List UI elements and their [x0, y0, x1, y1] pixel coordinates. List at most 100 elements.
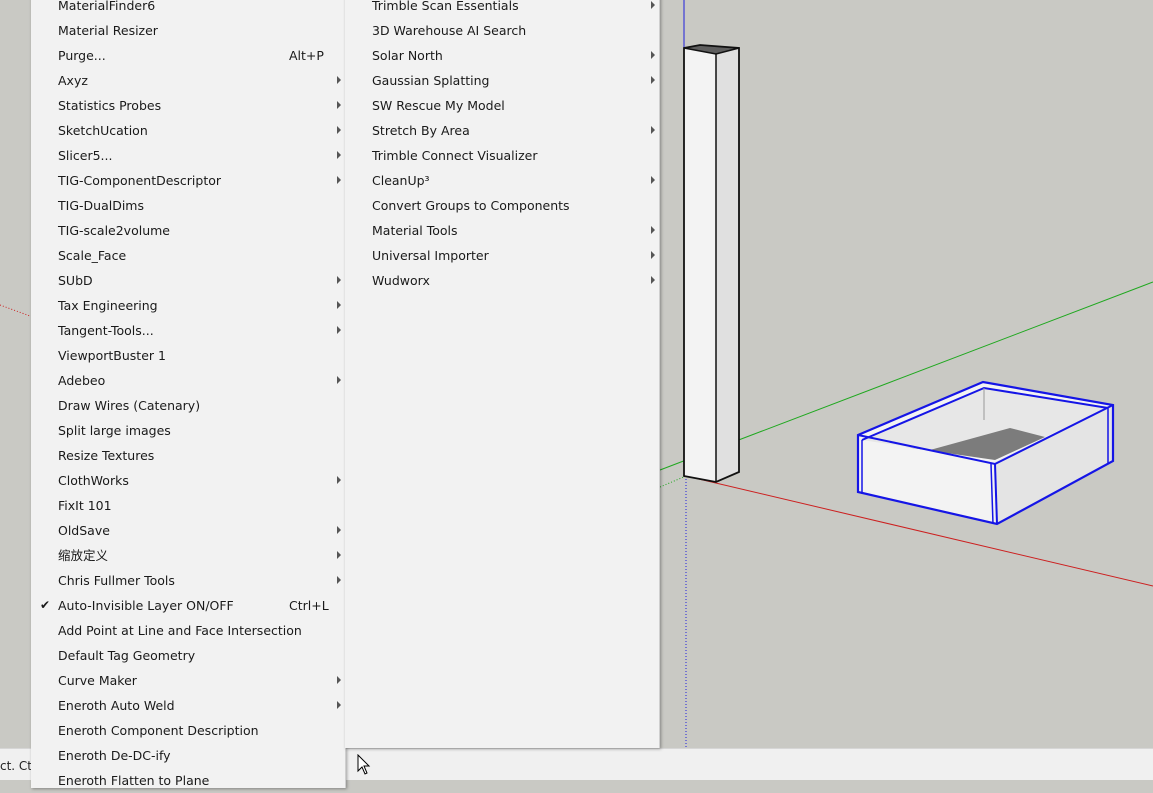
menu-item-convert-groups-to-components[interactable]: Convert Groups to Components — [345, 193, 659, 218]
menu-item-label: SketchUcation — [58, 123, 148, 138]
menu-item-statistics-probes[interactable]: Statistics Probes — [31, 93, 345, 118]
menu-item-label: Tax Engineering — [58, 298, 158, 313]
menu-item-label: ViewportBuster 1 — [58, 348, 166, 363]
menu-item-material-tools[interactable]: Material Tools — [345, 218, 659, 243]
green-axis-dotted — [659, 475, 687, 488]
status-bar-text: ct. Ct — [0, 759, 33, 773]
submenu-arrow-icon — [651, 176, 655, 184]
submenu-arrow-icon — [337, 176, 341, 184]
menu-item-3d-warehouse-ai-search[interactable]: 3D Warehouse AI Search — [345, 18, 659, 43]
menu-item-label: Material Resizer — [58, 23, 158, 38]
menu-item-label: Purge... — [58, 48, 106, 63]
menu-item-shortcut: Alt+P — [289, 48, 324, 63]
menu-item-tig-scale2volume[interactable]: TIG-scale2volume — [31, 218, 345, 243]
menu-item-draw-wires-catenary[interactable]: Draw Wires (Catenary) — [31, 393, 345, 418]
menu-item-label: Eneroth Auto Weld — [58, 698, 175, 713]
checkmark-icon: ✔ — [40, 598, 51, 612]
menu-item-tangent-tools[interactable]: Tangent-Tools... — [31, 318, 345, 343]
menu-item-shortcut: Ctrl+L — [289, 598, 329, 613]
menu-item-tax-engineering[interactable]: Tax Engineering — [31, 293, 345, 318]
menu-item-label: Solar North — [372, 48, 443, 63]
menu-item-material-resizer[interactable]: Material Resizer — [31, 18, 345, 43]
submenu-arrow-icon — [337, 326, 341, 334]
menu-item-label: FixIt 101 — [58, 498, 112, 513]
menu-item-label: Adebeo — [58, 373, 106, 388]
menu-item-tig-componentdescriptor[interactable]: TIG-ComponentDescriptor — [31, 168, 345, 193]
menu-item-wudworx[interactable]: Wudworx — [345, 268, 659, 293]
menu-item-oldsave[interactable]: OldSave — [31, 518, 345, 543]
menu-item-label: Eneroth De-DC-ify — [58, 748, 171, 763]
red-axis-dotted — [0, 304, 31, 317]
menu-item-trimble-connect-visualizer[interactable]: Trimble Connect Visualizer — [345, 143, 659, 168]
menu-item-sketchucation[interactable]: SketchUcation — [31, 118, 345, 143]
menu-item-clothworks[interactable]: ClothWorks — [31, 468, 345, 493]
menu-item-label: Chris Fullmer Tools — [58, 573, 175, 588]
submenu-arrow-icon — [337, 676, 341, 684]
submenu-arrow-icon — [651, 76, 655, 84]
menu-item-viewportbuster-1[interactable]: ViewportBuster 1 — [31, 343, 345, 368]
menu-item-label: Add Point at Line and Face Intersection — [58, 623, 302, 638]
menu-item-slicer5[interactable]: Slicer5... — [31, 143, 345, 168]
menu-item-curve-maker[interactable]: Curve Maker — [31, 668, 345, 693]
menu-item-chris-fullmer-tools[interactable]: Chris Fullmer Tools — [31, 568, 345, 593]
menu-item-cleanup[interactable]: CleanUp³ — [345, 168, 659, 193]
menu-item-scale-face[interactable]: Scale_Face — [31, 243, 345, 268]
submenu-arrow-icon — [651, 251, 655, 259]
menu-item-sw-rescue-my-model[interactable]: SW Rescue My Model — [345, 93, 659, 118]
menu-item-label: Convert Groups to Components — [372, 198, 570, 213]
menu-item-label: 缩放定义 — [58, 548, 109, 563]
menu-item-label: ClothWorks — [58, 473, 129, 488]
menu-item-label: TIG-ComponentDescriptor — [58, 173, 222, 188]
menu-item-stretch-by-area[interactable]: Stretch By Area — [345, 118, 659, 143]
menu-item-adebeo[interactable]: Adebeo — [31, 368, 345, 393]
submenu-arrow-icon — [337, 476, 341, 484]
menu-item-resize-textures[interactable]: Resize Textures — [31, 443, 345, 468]
menu-item-universal-importer[interactable]: Universal Importer — [345, 243, 659, 268]
menu-item-split-large-images[interactable]: Split large images — [31, 418, 345, 443]
menu-item-tig-dualdims[interactable]: TIG-DualDims — [31, 193, 345, 218]
menu-item-purge[interactable]: Purge... Alt+P — [31, 43, 345, 68]
menu-item-gaussian-splatting[interactable]: Gaussian Splatting — [345, 68, 659, 93]
menu-item-label: Resize Textures — [58, 448, 155, 463]
menu-item-label: Auto-Invisible Layer ON/OFF — [58, 598, 234, 613]
menu-item-label: Default Tag Geometry — [58, 648, 196, 663]
menu-item-label: Eneroth Flatten to Plane — [58, 773, 210, 788]
menu-item-subd[interactable]: SUbD — [31, 268, 345, 293]
submenu-arrow-icon — [337, 151, 341, 159]
column-object[interactable] — [683, 44, 740, 483]
menu-item-fixit-101[interactable]: FixIt 101 — [31, 493, 345, 518]
menu-item-eneroth-de-dc-ify[interactable]: Eneroth De-DC-ify — [31, 743, 345, 768]
menu-item-label: SUbD — [58, 273, 93, 288]
menu-item-materialfinder6[interactable]: MaterialFinder6 — [31, 0, 345, 18]
menu-item-label: MaterialFinder6 — [58, 0, 156, 13]
menu-item-label: Axyz — [58, 73, 88, 88]
menu-item-add-point-at-line-and-face-intersection[interactable]: Add Point at Line and Face Intersection — [31, 618, 345, 643]
menu-item-axyz[interactable]: Axyz — [31, 68, 345, 93]
submenu-arrow-icon — [337, 276, 341, 284]
menu-item-default-tag-geometry[interactable]: Default Tag Geometry — [31, 643, 345, 668]
mouse-cursor-icon — [357, 753, 371, 779]
menu-item-eneroth-auto-weld[interactable]: Eneroth Auto Weld — [31, 693, 345, 718]
menu-item-label: Split large images — [58, 423, 171, 438]
menu-item-eneroth-component-description[interactable]: Eneroth Component Description — [31, 718, 345, 743]
menu-item-label: TIG-DualDims — [58, 198, 144, 213]
menu-item-label: Scale_Face — [58, 248, 127, 263]
menu-item-item[interactable]: 缩放定义 — [31, 543, 345, 568]
submenu-arrow-icon — [337, 301, 341, 309]
selected-tray-object[interactable] — [856, 380, 1115, 526]
menu-item-label: Universal Importer — [372, 248, 489, 263]
menu-item-label: Wudworx — [372, 273, 430, 288]
menu-item-label: TIG-scale2volume — [58, 223, 170, 238]
menu-item-label: Trimble Connect Visualizer — [372, 148, 538, 163]
submenu-arrow-icon — [337, 101, 341, 109]
menu-item-eneroth-flatten-to-plane[interactable]: Eneroth Flatten to Plane — [31, 768, 345, 793]
menu-item-label: Draw Wires (Catenary) — [58, 398, 201, 413]
extensions-menu: MaterialFinder6 Material Resizer Purge... A… — [31, 0, 346, 788]
menu-item-label: Material Tools — [372, 223, 458, 238]
menu-item-auto-invisible-layer-on-off[interactable]: ✔ Auto-Invisible Layer ON/OFF Ctrl+L — [31, 593, 345, 618]
menu-item-label: Eneroth Component Description — [58, 723, 259, 738]
menu-item-trimble-scan-essentials[interactable]: Trimble Scan Essentials — [345, 0, 659, 18]
menu-item-solar-north[interactable]: Solar North — [345, 43, 659, 68]
submenu-arrow-icon — [337, 526, 341, 534]
submenu-arrow-icon — [337, 551, 341, 559]
